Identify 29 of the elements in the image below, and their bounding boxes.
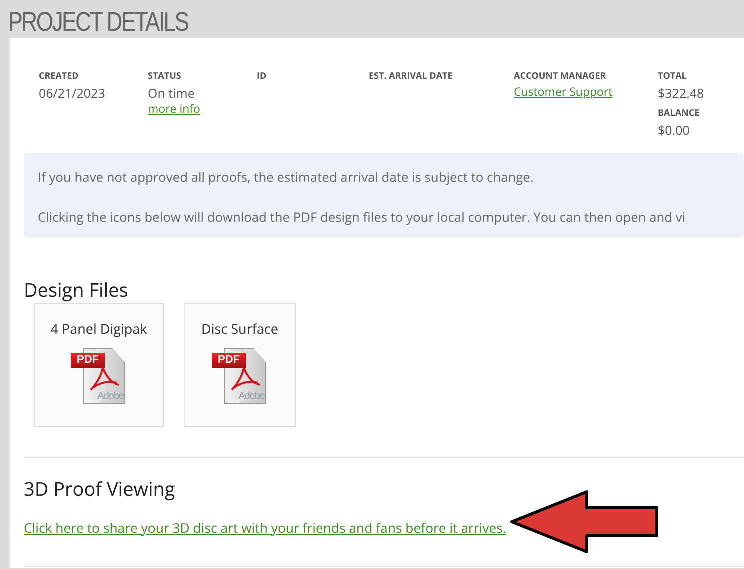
field-value: 06/21/2023 <box>39 85 106 102</box>
field-value: $0.00 <box>658 122 691 139</box>
section-heading: Design Files <box>24 277 128 303</box>
brand-label: Adobe <box>98 391 124 402</box>
field-label: STATUS <box>148 69 182 82</box>
field-value: On time <box>148 85 196 102</box>
pdf-badge-label: PDF <box>212 353 246 368</box>
share-link[interactable]: Click here to share your 3D disc art with your friends and fans before it arrives. <box>24 519 506 537</box>
file-name: 4 Panel Digipak <box>50 320 148 338</box>
acrobat-swirl-icon <box>89 368 119 392</box>
field-label: ACCOUNT MANAGER <box>514 69 608 82</box>
field-label: EST. ARRIVAL DATE <box>369 69 454 82</box>
file-tile[interactable]: Disc Surface PDF Adobe <box>184 303 296 427</box>
file-name: Disc Surface <box>202 320 278 338</box>
notice-text: If you have not approved all proofs, the estimated arrival date is subject to change. <box>38 168 534 186</box>
notice-text: Clicking the icons below will download the PDF design files to your local computer. You can then open and vi <box>38 208 686 226</box>
manager-link[interactable]: Customer Support <box>514 85 658 100</box>
pdf-badge-label: PDF <box>71 353 105 368</box>
section-heading: 3D Proof Viewing <box>24 476 176 502</box>
field-label: CREATED <box>39 69 80 82</box>
more-info-link[interactable]: more info <box>148 102 257 117</box>
acrobat-swirl-icon <box>230 368 260 392</box>
page-title: PROJECT DETAILS <box>7 6 190 38</box>
file-tile[interactable]: 4 Panel Digipak PDF Adobe <box>34 303 164 427</box>
field-label: BALANCE <box>658 106 701 119</box>
field-label: TOTAL <box>658 69 688 82</box>
brand-label: Adobe <box>238 391 265 402</box>
field-label: ID <box>257 69 268 82</box>
field-value: $322.48 <box>658 85 706 102</box>
